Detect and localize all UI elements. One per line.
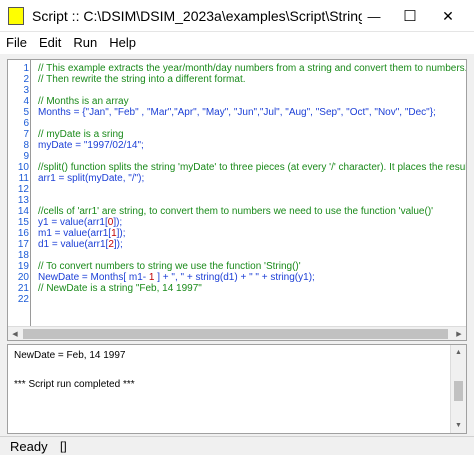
status-indicator: [] — [60, 439, 67, 453]
code-token: ]); — [113, 217, 123, 228]
code-line: //cells of 'arr1' are string, to convert… — [38, 206, 433, 217]
scrollbar-thumb[interactable] — [23, 329, 448, 339]
code-token: Months = {"Jan", "Feb" , "Mar","Apr", "M… — [38, 107, 436, 118]
horizontal-scrollbar[interactable]: ◀ ▶ — [8, 326, 466, 340]
line-number-gutter: 1 2 3 4 5 6 7 8 9 10 11 12 13 14 15 16 17 18 19 20 21 22 — [8, 60, 31, 326]
line-number: 22 — [17, 294, 29, 305]
line-number: 3 — [23, 85, 29, 96]
code-line: // Then rewrite the string into a differ… — [38, 74, 246, 85]
scroll-down-icon[interactable]: ▼ — [451, 418, 466, 433]
code-token: // Then rewrite the string into a differ… — [38, 74, 246, 85]
line-number: 2 — [23, 74, 29, 85]
line-number: 11 — [18, 173, 29, 184]
line-number: 5 — [23, 107, 29, 118]
code-token: //split() function splits the string 'my… — [38, 162, 466, 173]
line-number: 13 — [17, 195, 29, 206]
code-line: // NewDate is a string "Feb, 14 1997" — [38, 283, 202, 294]
line-number: 20 — [17, 272, 29, 283]
window-title: Script :: C:\DSIM\DSIM_2023a\examples\Sc… — [32, 8, 362, 24]
code-line: y1 = value(arr1[0]); — [38, 217, 122, 228]
line-number: 15 — [17, 217, 29, 228]
line-number: 7 — [23, 129, 29, 140]
menu-file[interactable]: File — [0, 32, 33, 54]
code-token: ]); — [116, 228, 126, 239]
menu-run[interactable]: Run — [67, 32, 103, 54]
line-number: 6 — [23, 118, 29, 129]
line-number: 16 — [17, 228, 29, 239]
code-token: // myDate is a sring — [38, 129, 124, 140]
code-line: arr1 = split(myDate, "/"); — [38, 173, 144, 184]
status-text: Ready — [10, 439, 48, 454]
code-token: // Months is an array — [38, 96, 129, 107]
menu-help[interactable]: Help — [103, 32, 142, 54]
close-icon: ✕ — [442, 7, 454, 24]
line-number: 21 — [17, 283, 29, 294]
code-line: // Months is an array — [38, 96, 129, 107]
code-line: // myDate is a sring — [38, 129, 124, 140]
line-number: 14 — [17, 206, 29, 217]
maximize-icon: ☐ — [403, 8, 417, 25]
output-line: *** Script run completed *** — [14, 379, 135, 390]
output-panel[interactable]: NewDate = Feb, 14 1997 *** Script run co… — [7, 344, 467, 434]
script-editor[interactable]: 1 2 3 4 5 6 7 8 9 10 11 12 13 14 15 16 17 18 19 20 21 22 // T… — [7, 59, 467, 341]
line-number: 8 — [23, 140, 29, 151]
code-line: NewDate = Months[ m1- 1 ] + ", " + strin… — [38, 272, 315, 283]
code-token: y1 = value(arr1[ — [38, 217, 108, 228]
code-line: //split() function splits the string 'my… — [38, 162, 466, 173]
code-token: ] + ", " + string(d1) + " " + string(y1)… — [154, 272, 315, 283]
code-token: // This example extracts the year/month/… — [38, 63, 466, 74]
code-token: // NewDate is a string "Feb, 14 1997" — [38, 283, 202, 294]
code-area[interactable]: // This example extracts the year/month/… — [34, 60, 466, 326]
code-token: //cells of 'arr1' are string, to convert… — [38, 206, 434, 217]
code-token: d1 = value(arr1[ — [38, 239, 109, 250]
app-icon — [8, 7, 24, 25]
code-token: // To convert numbers to string we use t… — [38, 261, 301, 272]
output-line: NewDate = Feb, 14 1997 — [14, 350, 126, 361]
maximize-button[interactable]: ☐ — [390, 0, 430, 32]
scroll-up-icon[interactable]: ▲ — [451, 345, 466, 360]
code-token: NewDate = Months[ m1- — [38, 272, 149, 283]
menu-bar: File Edit Run Help — [0, 32, 474, 54]
code-line: Months = {"Jan", "Feb" , "Mar","Apr", "M… — [38, 107, 436, 118]
line-number: 1 — [23, 63, 29, 74]
line-number: 10 — [17, 162, 29, 173]
minimize-button[interactable]: — — [354, 0, 394, 32]
line-number: 18 — [17, 250, 29, 261]
line-number: 12 — [17, 184, 29, 195]
code-token: arr1 = split(myDate, "/"); — [38, 173, 145, 184]
scroll-left-icon[interactable]: ◀ — [8, 327, 22, 340]
line-number: 19 — [17, 261, 29, 272]
code-token: m1 = value(arr1[ — [38, 228, 112, 239]
code-token: myDate = "1997/02/14"; — [38, 140, 144, 151]
menu-edit[interactable]: Edit — [33, 32, 67, 54]
title-bar: Script :: C:\DSIM\DSIM_2023a\examples\Sc… — [0, 0, 474, 32]
code-line: m1 = value(arr1[1]); — [38, 228, 126, 239]
code-line: // This example extracts the year/month/… — [38, 63, 466, 74]
scrollbar-thumb[interactable] — [454, 381, 463, 401]
line-number: 4 — [23, 96, 29, 107]
line-number: 9 — [23, 151, 29, 162]
code-token: ]); — [113, 239, 123, 250]
line-number: 17 — [17, 239, 29, 250]
code-line: d1 = value(arr1[2]); — [38, 239, 123, 250]
scroll-right-icon[interactable]: ▶ — [452, 327, 466, 340]
vertical-scrollbar[interactable]: ▲ ▼ — [450, 345, 466, 433]
status-bar: Ready [] — [0, 436, 474, 455]
close-button[interactable]: ✕ — [428, 0, 468, 32]
code-line: myDate = "1997/02/14"; — [38, 140, 144, 151]
minimize-icon: — — [367, 8, 381, 24]
code-line: // To convert numbers to string we use t… — [38, 261, 301, 272]
